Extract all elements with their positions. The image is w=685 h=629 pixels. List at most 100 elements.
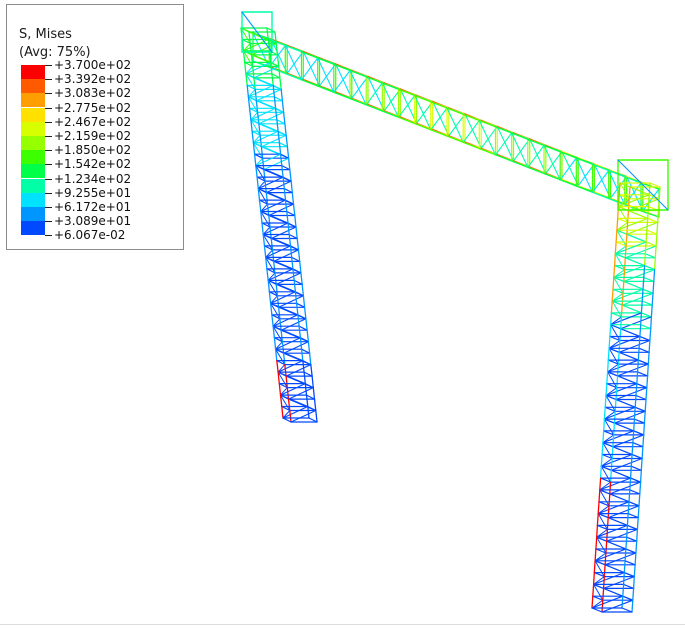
right-column-chord <box>645 387 648 401</box>
crossbeam-chord <box>591 163 610 172</box>
legend-swatch <box>21 121 45 136</box>
legend-label: +6.172e+01 <box>54 200 132 214</box>
legend-tick <box>45 65 52 66</box>
right-column-chord <box>599 465 602 479</box>
right-column-chord <box>626 221 629 235</box>
crossbeam-ring-edge <box>640 210 660 218</box>
left-column-chord <box>307 341 311 354</box>
crossbeam-chord <box>494 154 513 162</box>
left-column-chord <box>284 363 287 377</box>
left-column-chord <box>259 134 263 148</box>
left-column-chord <box>284 199 288 213</box>
left-column-chord <box>264 180 267 194</box>
right-column-chord <box>610 300 613 314</box>
left-column-chord <box>297 249 301 263</box>
left-column-chord <box>291 191 295 205</box>
left-column-chord <box>279 153 283 167</box>
left-column-chord <box>249 42 253 56</box>
right-column-chord <box>620 316 623 330</box>
crossbeam-chord <box>365 104 383 112</box>
legend-swatch <box>21 150 45 165</box>
left-column-chord <box>300 348 304 362</box>
right-column-chord <box>618 339 621 353</box>
left-column-chord <box>288 233 292 247</box>
crossbeam-chord <box>365 76 383 84</box>
right-column-chord <box>606 371 609 385</box>
right-column-chord <box>628 489 631 503</box>
right-column-chord <box>592 583 595 597</box>
crossbeam-chord <box>462 113 480 122</box>
right-column-chord <box>646 363 649 377</box>
legend-label: +3.083e+02 <box>54 86 132 101</box>
left-column-chord <box>308 352 312 366</box>
left-column-chord <box>281 100 285 113</box>
right-column-chord <box>650 304 653 318</box>
legend-swatch <box>21 136 45 150</box>
legend-tick <box>45 121 52 123</box>
right-column-chord <box>647 351 650 365</box>
crossbeam-chord <box>300 51 319 59</box>
left-column-chord <box>254 88 258 102</box>
right-column-chord <box>615 229 618 243</box>
right-column-chord <box>591 595 594 609</box>
right-column-chord <box>607 505 610 519</box>
left-column-chord <box>273 337 277 350</box>
right-column-chord <box>655 233 658 247</box>
right-column-chord <box>632 587 635 601</box>
left-column-chord <box>299 260 302 274</box>
crossbeam-chord <box>559 151 577 159</box>
viewport-bottom-border <box>0 624 685 625</box>
left-column-chord <box>261 157 265 171</box>
right-column-chord <box>593 560 596 574</box>
right-column-chord <box>634 552 637 566</box>
left-column-chord <box>276 359 279 373</box>
right-column-chord <box>657 209 660 224</box>
legend-swatch <box>21 207 45 221</box>
left-column-chord <box>305 394 309 408</box>
left-column-chord <box>289 168 292 182</box>
left-column-chord <box>304 382 308 396</box>
left-column-chord <box>274 272 277 286</box>
crossbeam-chord <box>559 179 577 187</box>
left-column-chord <box>296 237 300 251</box>
legend-swatch <box>21 221 45 236</box>
right-column-chord <box>646 217 649 231</box>
right-column-chord <box>592 571 595 586</box>
legend-tick <box>45 93 52 95</box>
right-column-chord <box>622 280 625 294</box>
right-column-chord <box>653 268 656 283</box>
right-column-chord <box>642 276 645 290</box>
right-column-chord <box>602 430 605 444</box>
right-column-chord <box>609 481 612 495</box>
right-column-chord <box>625 233 628 247</box>
legend-label: +1.542e+02 <box>54 157 132 172</box>
right-column-chord <box>650 316 653 330</box>
legend-swatch <box>21 93 45 108</box>
left-column-chord <box>303 371 306 385</box>
right-column-chord <box>647 194 650 208</box>
left-column-chord <box>273 96 277 109</box>
left-column-chord <box>246 84 250 98</box>
left-column-chord <box>286 210 289 224</box>
crossbeam-chord <box>300 79 319 87</box>
right-column-chord <box>607 347 610 361</box>
left-column-chord <box>279 318 282 331</box>
left-column-chord <box>286 386 290 400</box>
right-column-chord <box>609 469 612 483</box>
right-column-chord <box>626 524 629 538</box>
right-column-chord <box>624 245 627 259</box>
left-column-chord <box>286 146 290 159</box>
right-column-chord <box>614 398 617 412</box>
crossbeam-chord <box>430 129 448 137</box>
right-column-chord <box>606 528 609 542</box>
right-column-chord <box>627 198 630 212</box>
legend-title-variable: S, Mises <box>19 27 72 42</box>
legend-swatch <box>21 164 45 179</box>
left-column-chord <box>302 359 305 373</box>
right-column-chord <box>608 335 611 349</box>
right-column-chord <box>636 359 639 373</box>
left-column-chord <box>274 107 278 121</box>
right-column-chord <box>617 351 620 365</box>
right-column-chord <box>599 477 602 491</box>
legend-label: +1.234e+02 <box>54 171 132 186</box>
